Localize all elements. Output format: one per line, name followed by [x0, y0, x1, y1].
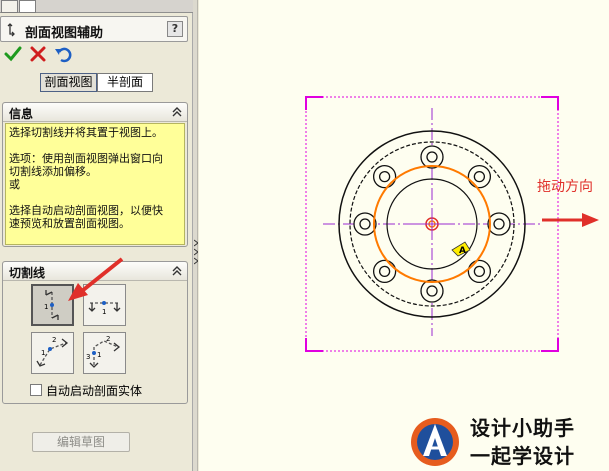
auto-start-checkbox[interactable] [30, 384, 42, 396]
info-line-1: 选择切割线并将其置于视图上。 [9, 126, 163, 139]
cursor-badge: A [451, 241, 471, 257]
manager-tabs [0, 0, 193, 13]
drawing-view[interactable]: A [199, 0, 609, 471]
check-icon[interactable] [3, 44, 23, 64]
svg-text:1: 1 [44, 303, 48, 311]
info-group-title: 信息 [9, 107, 34, 121]
logo-icon [411, 418, 459, 466]
aligned-cut-button[interactable]: 2 1 [31, 332, 74, 374]
splitter-grip-icon[interactable] [194, 236, 198, 266]
svg-text:2: 2 [106, 335, 110, 343]
tab-feature-manager[interactable] [1, 0, 18, 13]
bolt-lug [353, 212, 377, 236]
bolt-lug [467, 259, 492, 284]
drag-arrow-head [582, 213, 599, 227]
annotation-arrow [68, 257, 124, 301]
bolt-lug [420, 279, 444, 303]
info-group-header[interactable]: 信息 [3, 103, 187, 122]
cut-line-group-title: 切割线 [9, 266, 46, 280]
svg-text:1: 1 [41, 349, 45, 357]
property-manager: 剖面视图辅助 ? 剖面视图 半剖面 信息 选择切割线并将其置于视图上。 选项：使… [0, 0, 193, 471]
half-section-mode-button[interactable]: 半剖面 [97, 73, 153, 92]
info-group: 信息 选择切割线并将其置于视图上。 选项：使用剖面视图弹出窗口向 切割线添加偏移… [2, 102, 188, 247]
watermark-line-1: 设计小助手 [470, 416, 575, 440]
bolt-lug [372, 259, 397, 284]
aligned-cut-icon: 2 1 [36, 336, 69, 367]
chevron-up-icon[interactable] [171, 106, 183, 118]
help-button[interactable]: ? [167, 21, 183, 37]
cross-icon[interactable] [28, 44, 48, 64]
corner-bracket [541, 96, 559, 110]
corner-bracket [305, 338, 323, 352]
undo-icon[interactable] [53, 44, 73, 64]
auxiliary-cut-icon: 2 3 1 [86, 335, 121, 368]
bolt-lug [420, 145, 444, 169]
svg-text:3: 3 [86, 353, 90, 361]
bolt-lug [372, 164, 397, 189]
info-line-2: 选项：使用剖面视图弹出窗口向 切割线添加偏移。 或 [9, 152, 163, 191]
bolt-lug [487, 212, 511, 236]
section-view-mode-button[interactable]: 剖面视图 [40, 73, 97, 92]
section-view-icon [7, 23, 15, 37]
graphics-viewport[interactable]: A 拖动方向 [199, 0, 609, 471]
info-message: 选择切割线并将其置于视图上。 选项：使用剖面视图弹出窗口向 切割线添加偏移。 或… [5, 123, 185, 245]
bolt-lug [467, 164, 492, 189]
watermark-line-2: 一起学设计 [470, 444, 575, 468]
info-line-3: 选择自动启动剖面视图，以便快 速预览和放置剖面视图。 [9, 204, 163, 230]
drag-direction-label: 拖动方向 [537, 179, 593, 195]
edit-sketch-button[interactable]: 编辑草图 [32, 432, 130, 452]
manager-title-bar: 剖面视图辅助 ? [0, 16, 188, 42]
tab-property-manager[interactable] [19, 0, 36, 13]
svg-text:2: 2 [52, 336, 56, 344]
auxiliary-cut-button[interactable]: 2 3 1 [83, 332, 126, 374]
svg-text:1: 1 [102, 308, 106, 316]
auto-start-label: 自动启动剖面实体 [46, 384, 143, 398]
corner-bracket [305, 96, 323, 110]
corner-bracket [541, 338, 559, 352]
svg-text:1: 1 [97, 351, 101, 359]
svg-text:A: A [459, 246, 466, 256]
manager-title: 剖面视图辅助 [25, 26, 104, 41]
chevron-up-icon[interactable] [171, 265, 183, 277]
